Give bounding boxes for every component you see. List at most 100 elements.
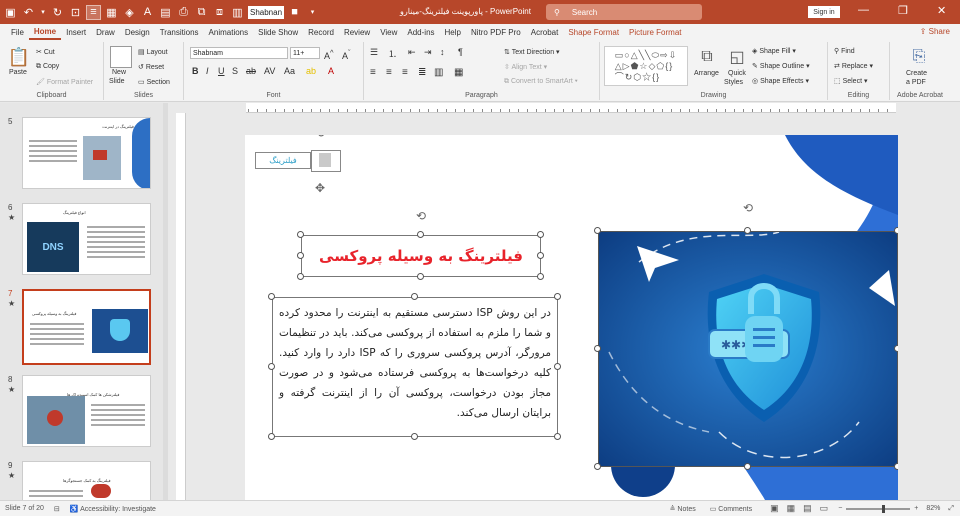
create-pdf-label-2[interactable]: a PDF [906,79,926,86]
italic-icon[interactable]: I [206,66,209,76]
columns-icon[interactable]: ▦ [454,67,463,78]
slide-thumbnail-6[interactable]: انواع فیلترینگ DNS [22,203,151,275]
format-painter-button[interactable]: 🖌 Format Painter [36,78,93,86]
underline-icon[interactable]: U [218,66,225,76]
tab-home[interactable]: Home [28,24,62,40]
picture-handle-tl[interactable] [594,227,601,234]
tab-design[interactable]: Design [120,24,155,40]
slide-canvas[interactable]: فیلترینگ ⟲ ⟲ ⟲ ✥ فیلترینگ به وسیله پروکس… [245,135,898,500]
change-case-icon[interactable]: Aa [284,66,295,76]
undo-icon[interactable]: ↶ [21,5,36,20]
new-slide-label-2[interactable]: Slide [109,78,125,85]
slide-body-text[interactable]: در این روش ISP دسترسی مستقیم به اینترنت … [272,297,558,437]
shadow-icon[interactable]: S [232,66,238,76]
quick-styles-label[interactable]: Quick [728,70,746,77]
heading-handle-tl[interactable] [297,231,304,238]
cut-button[interactable]: ✂ Cut [36,48,55,56]
slideshow-view-icon[interactable]: ▭ [820,503,829,514]
restore-icon[interactable]: ❐ [898,4,908,17]
arrange-icon[interactable]: ⧉ [696,46,718,68]
picture-handle-ml[interactable] [594,345,601,352]
body-handle-ml[interactable] [268,363,275,370]
tab-view[interactable]: View [375,24,402,40]
bold-icon[interactable]: B [192,66,199,76]
body-handle-bl[interactable] [268,433,275,440]
bring-forward-icon[interactable]: ⧉ [194,5,209,20]
shape-outline-button[interactable]: ✎ Shape Outline ▾ [752,62,810,70]
align-left-icon[interactable]: ≡ [370,67,376,78]
align-left-quick-icon[interactable]: ≡ [86,4,101,20]
quick-font-box[interactable]: Shabnan [248,5,285,19]
slide-heading[interactable]: فیلترینگ به وسیله پروکسی [301,235,541,277]
create-pdf-icon[interactable]: ⎘ [908,46,930,68]
reset-button[interactable]: ↺ Reset [138,63,164,71]
rtl-icon[interactable]: ¶ [458,47,463,57]
search-box[interactable]: ⚲ Search [546,4,702,20]
replace-button[interactable]: ⇄ Replace ▾ [834,62,873,70]
line-spacing-icon[interactable]: ↕ [440,47,445,57]
tab-file[interactable]: File [6,24,29,40]
font-color-icon[interactable]: ■ [287,5,302,20]
undo-dropdown-icon[interactable]: ▾ [39,5,47,20]
heading-handle-tc[interactable] [417,231,424,238]
tab-record[interactable]: Record [303,24,339,40]
slide-thumbnail-9[interactable]: فیلترینگ به کمک جستجوگرها [22,461,151,500]
font-name-box[interactable]: Shabnam [190,47,288,59]
zoom-slider[interactable] [846,504,911,513]
body-handle-mr[interactable] [554,363,561,370]
comments-button[interactable]: ▭ Comments [710,505,752,513]
tab-acrobat[interactable]: Acrobat [526,24,564,40]
tab-shape-format[interactable]: Shape Format [563,24,624,40]
redo-icon[interactable]: ↻ [50,5,65,20]
body-handle-tr[interactable] [554,293,561,300]
reading-view-icon[interactable]: ▤ [803,503,812,514]
character-spacing-icon[interactable]: AV [264,66,275,76]
picture-handle-tc[interactable] [744,227,751,234]
heading-handle-bc[interactable] [417,273,424,280]
tab-help[interactable]: Help [440,24,466,40]
shrink-font-icon[interactable]: Aˇ [342,48,351,61]
strikethrough-icon[interactable]: ab [246,66,256,76]
normal-view-icon[interactable]: ▣ [770,503,779,514]
thumbnails-scrollbar[interactable] [163,103,168,500]
heading-handle-br[interactable] [537,273,544,280]
tab-slide-show[interactable]: Slide Show [253,24,303,40]
close-icon[interactable]: ✕ [937,4,946,17]
sign-in-button[interactable]: Sign in [808,6,840,18]
shape-effects-button[interactable]: ◎ Shape Effects ▾ [752,77,809,85]
send-backward-icon[interactable]: ⧈ [212,5,227,20]
text-box-icon[interactable]: A [140,5,155,20]
format-icon[interactable]: ▥ [230,5,245,20]
tab-add-ins[interactable]: Add-ins [402,24,439,40]
bullets-icon[interactable]: ☰ [370,47,378,58]
smartart-button[interactable]: ⧉ Convert to SmartArt ▾ [504,78,578,86]
slide-picture[interactable]: ✱✱✱✱✱ [598,231,898,467]
zoom-slider-thumb[interactable] [882,504,886,513]
slide-thumbnail-5[interactable]: مثالی فیلترینگ در اینترنت [22,117,151,189]
shapes-gallery[interactable]: ▭○△╲╲⬭⇨⇩ △▷⬟☆◇⬠{} ⌒↻⬡☆{} [604,46,688,86]
paste-button[interactable]: Paste [9,69,27,76]
body-handle-tl[interactable] [268,293,275,300]
slide-thumbnail-8[interactable]: فیلترشکن ها کمک اسپیدتراک ها [22,375,151,447]
font-size-box[interactable]: 11+ [290,47,320,59]
minimize-icon[interactable]: — [858,4,869,16]
create-pdf-label[interactable]: Create [906,70,927,77]
heading-handle-tr[interactable] [537,231,544,238]
picture-rotate-icon[interactable]: ⟲ [741,201,755,215]
rotate-handle-icon[interactable]: ⟲ [285,135,299,136]
section-button[interactable]: ▭ Section [138,78,170,86]
rotate-handle-icon-3[interactable]: ⟲ [313,135,327,140]
print-icon[interactable]: ⎙ [176,5,191,20]
slide-thumbnails-pane[interactable]: 5 مثالی فیلترینگ در اینترنت 6 ★ انواع فی… [0,103,168,500]
body-handle-bc[interactable] [411,433,418,440]
justify-icon[interactable]: ≣ [418,67,426,78]
tab-animations[interactable]: Animations [204,24,254,40]
heading-handle-bl[interactable] [297,273,304,280]
new-slide-label[interactable]: New [112,69,126,76]
align-text-button[interactable]: ⇳ Align Text ▾ [504,63,547,71]
picture-handle-mr[interactable] [894,345,898,352]
tab-transitions[interactable]: Transitions [155,24,204,40]
move-handle-icon[interactable]: ✥ [313,181,327,195]
quick-styles-icon[interactable]: ◱ [726,46,748,68]
picture-handle-bl[interactable] [594,463,601,470]
